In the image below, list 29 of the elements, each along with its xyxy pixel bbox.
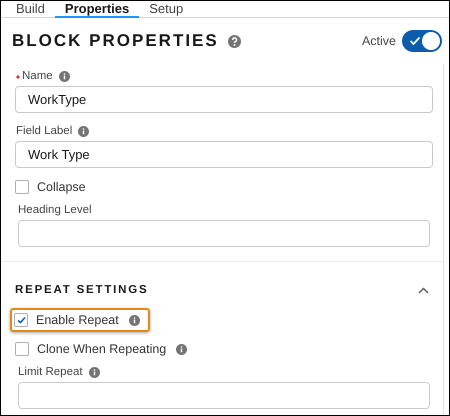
checkmark-icon [16, 316, 26, 324]
tab[interactable]: Setup [139, 1, 194, 18]
checkbox-label: Clone When Repeating [37, 342, 166, 356]
text-field[interactable] [18, 382, 430, 409]
checkmark-icon [409, 36, 421, 46]
field-label: Limit Repeat [18, 366, 83, 378]
field-label: Heading Level [18, 204, 92, 216]
checkbox[interactable] [14, 313, 28, 327]
info-icon [78, 126, 90, 136]
checkbox[interactable] [15, 342, 29, 356]
text-field[interactable]: WorkType [15, 86, 433, 113]
checkbox-label: Enable Repeat [36, 313, 119, 327]
info-icon [88, 366, 100, 378]
tab[interactable]: Build [6, 1, 55, 18]
chevron-up-icon[interactable] [418, 286, 429, 294]
info-icon [58, 70, 70, 82]
info-icon [176, 344, 188, 354]
active-toggle[interactable] [402, 30, 442, 52]
text-field[interactable] [18, 220, 430, 247]
field-label: Field Label [16, 125, 72, 137]
checkbox[interactable] [15, 180, 29, 194]
info-icon [128, 314, 140, 326]
text-field[interactable]: Work Type [15, 141, 433, 168]
checkbox-label: Collapse [37, 180, 86, 194]
section-title: REPEAT SETTINGS [15, 284, 148, 296]
toggle-label: Active [362, 34, 396, 48]
panel-title: BLOCK PROPERTIES [12, 31, 219, 51]
field-label: Name [22, 70, 53, 82]
help-icon[interactable] [228, 34, 241, 48]
